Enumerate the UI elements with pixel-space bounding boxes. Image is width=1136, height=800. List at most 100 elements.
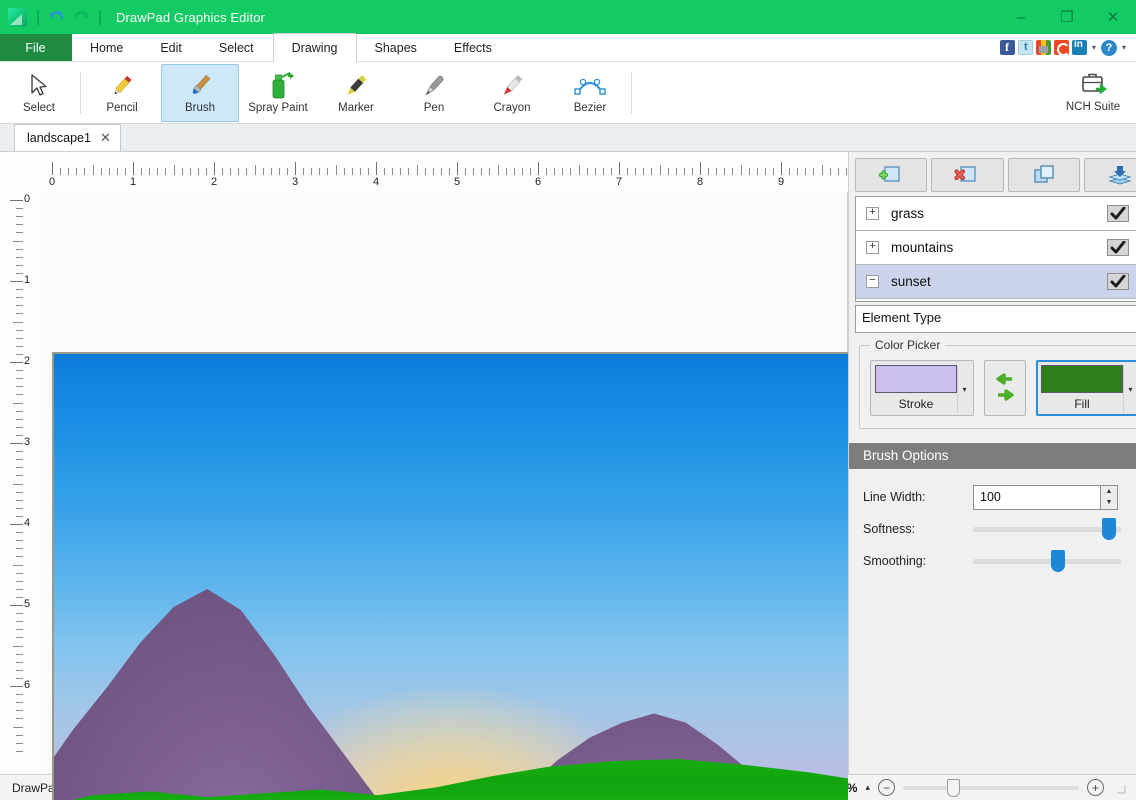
layer-visibility-checkbox[interactable] bbox=[1107, 239, 1129, 256]
ruler-corner bbox=[0, 152, 40, 192]
zoom-in-button[interactable]: + bbox=[1087, 779, 1104, 796]
tool-spray-paint[interactable]: Spray Paint bbox=[239, 64, 317, 122]
spin-down-icon[interactable]: ▼ bbox=[1101, 497, 1117, 509]
zoom-slider-track bbox=[903, 786, 1079, 790]
tool-marker[interactable]: Marker bbox=[317, 64, 395, 122]
flickr-icon[interactable] bbox=[1036, 40, 1051, 55]
fill-dropdown-icon[interactable]: ▾ bbox=[1123, 365, 1136, 413]
tab-home[interactable]: Home bbox=[72, 34, 142, 61]
expand-icon[interactable]: + bbox=[866, 241, 879, 254]
merge-layers-button[interactable] bbox=[1084, 158, 1136, 192]
social-dropdown-icon[interactable]: ▾ bbox=[1090, 43, 1098, 52]
ruler-tick bbox=[781, 162, 782, 175]
ruler-minor-tick bbox=[287, 168, 288, 175]
toolbar-divider-2 bbox=[631, 72, 632, 114]
color-picker-title: Color Picker bbox=[870, 338, 945, 352]
minimize-button[interactable]: – bbox=[998, 0, 1044, 34]
tool-brush[interactable]: Brush bbox=[161, 64, 239, 122]
line-width-spin-buttons[interactable]: ▲ ▼ bbox=[1101, 485, 1118, 510]
zoom-slider[interactable] bbox=[903, 779, 1079, 797]
tab-effects[interactable]: Effects bbox=[436, 34, 511, 61]
artboard[interactable] bbox=[52, 352, 848, 800]
layer-visibility-checkbox[interactable] bbox=[1107, 273, 1129, 290]
collapse-icon[interactable]: − bbox=[866, 275, 879, 288]
softness-slider[interactable] bbox=[973, 519, 1121, 539]
ruler-minor-tick bbox=[141, 168, 142, 175]
stroke-color-swatch[interactable] bbox=[875, 365, 957, 393]
document-tabbar: landscape1 ✕ bbox=[0, 124, 1136, 152]
zoom-caret-icon[interactable]: ▴ bbox=[865, 782, 870, 793]
ruler-minor-tick bbox=[13, 727, 23, 728]
zoom-slider-knob[interactable] bbox=[947, 779, 960, 797]
tool-select[interactable]: Select bbox=[0, 64, 78, 122]
canvas-area[interactable]: 0123456789 0123456 bbox=[0, 152, 848, 774]
drawpad-app-icon bbox=[8, 8, 27, 27]
checkmark-icon bbox=[1110, 207, 1126, 220]
tab-select[interactable]: Select bbox=[201, 34, 273, 61]
element-property-list[interactable]: Element Type ∧ bbox=[855, 305, 1136, 333]
ruler-minor-tick bbox=[68, 168, 69, 175]
line-width-row: Line Width: 100 ▲ ▼ bbox=[863, 481, 1136, 513]
delete-layer-button[interactable] bbox=[931, 158, 1003, 192]
swap-colors-button[interactable] bbox=[984, 360, 1026, 416]
undo-arrow-icon[interactable] bbox=[47, 8, 66, 27]
close-button[interactable]: ✕ bbox=[1090, 0, 1136, 34]
smoothing-slider[interactable] bbox=[973, 551, 1121, 571]
nch-suite-label: NCH Suite bbox=[1066, 101, 1120, 113]
delete-layer-icon bbox=[954, 164, 980, 186]
ruler-label: 6 bbox=[24, 679, 30, 691]
layer-row-mountains[interactable]: + mountains bbox=[856, 231, 1136, 265]
layer-name: mountains bbox=[891, 240, 1107, 255]
spin-up-icon[interactable]: ▲ bbox=[1101, 486, 1117, 498]
pencil-icon bbox=[107, 69, 137, 103]
duplicate-layer-button[interactable] bbox=[1008, 158, 1080, 192]
resize-grip-icon[interactable] bbox=[1114, 782, 1126, 794]
tab-shapes[interactable]: Shapes bbox=[357, 34, 436, 61]
ruler-minor-tick bbox=[587, 168, 588, 175]
ruler-minor-tick bbox=[16, 370, 23, 371]
ruler-minor-tick bbox=[16, 305, 23, 306]
tab-edit[interactable]: Edit bbox=[142, 34, 201, 61]
softness-slider-knob[interactable] bbox=[1102, 518, 1116, 540]
help-icon[interactable]: ? bbox=[1101, 40, 1117, 56]
nch-suite-button[interactable]: NCH Suite bbox=[1050, 64, 1136, 122]
expand-icon[interactable]: + bbox=[866, 207, 879, 220]
ruler-minor-tick bbox=[238, 168, 239, 175]
linkedin-icon[interactable] bbox=[1072, 40, 1087, 55]
layer-visibility-checkbox[interactable] bbox=[1107, 205, 1129, 222]
ruler-label: 9 bbox=[778, 176, 784, 188]
tool-crayon[interactable]: Crayon bbox=[473, 64, 551, 122]
twitter-icon[interactable] bbox=[1018, 40, 1033, 55]
tab-drawing[interactable]: Drawing bbox=[273, 33, 357, 62]
ruler-minor-tick bbox=[16, 589, 23, 590]
add-layer-button[interactable] bbox=[855, 158, 927, 192]
maximize-button[interactable]: ❐ bbox=[1044, 0, 1090, 34]
fill-color-swatch[interactable] bbox=[1041, 365, 1123, 393]
ruler-minor-tick bbox=[16, 273, 23, 274]
ruler-tick bbox=[214, 162, 215, 175]
fill-color-button[interactable]: Fill ▾ bbox=[1036, 360, 1136, 416]
layer-row-grass[interactable]: + grass bbox=[856, 197, 1136, 231]
facebook-icon[interactable] bbox=[1000, 40, 1015, 55]
redo-arrow-icon[interactable] bbox=[72, 8, 91, 27]
tool-bezier[interactable]: Bezier bbox=[551, 64, 629, 122]
ruler-minor-tick bbox=[190, 168, 191, 175]
layer-list[interactable]: + grass + mountains − bbox=[855, 196, 1136, 302]
ruler-minor-tick bbox=[692, 168, 693, 175]
stumbleupon-icon[interactable] bbox=[1054, 40, 1069, 55]
stroke-color-button[interactable]: Stroke ▾ bbox=[870, 360, 974, 416]
tab-file[interactable]: File bbox=[0, 34, 72, 61]
ruler-minor-tick bbox=[16, 492, 23, 493]
smoothing-slider-knob[interactable] bbox=[1051, 550, 1065, 572]
tool-pen[interactable]: Pen bbox=[395, 64, 473, 122]
line-width-input[interactable]: 100 bbox=[973, 485, 1101, 510]
help-dropdown-icon[interactable]: ▾ bbox=[1120, 43, 1128, 52]
document-tab-close-icon[interactable]: ✕ bbox=[100, 130, 111, 146]
tool-pencil[interactable]: Pencil bbox=[83, 64, 161, 122]
zoom-out-button[interactable]: − bbox=[878, 779, 895, 796]
layer-row-sunset[interactable]: − sunset bbox=[856, 265, 1136, 299]
line-width-stepper[interactable]: 100 ▲ ▼ bbox=[973, 485, 1118, 510]
ribbon-tabbar: File Home Edit Select Drawing Shapes Eff… bbox=[0, 34, 1136, 62]
stroke-dropdown-icon[interactable]: ▾ bbox=[957, 365, 971, 413]
document-tab-landscape1[interactable]: landscape1 ✕ bbox=[14, 124, 121, 151]
